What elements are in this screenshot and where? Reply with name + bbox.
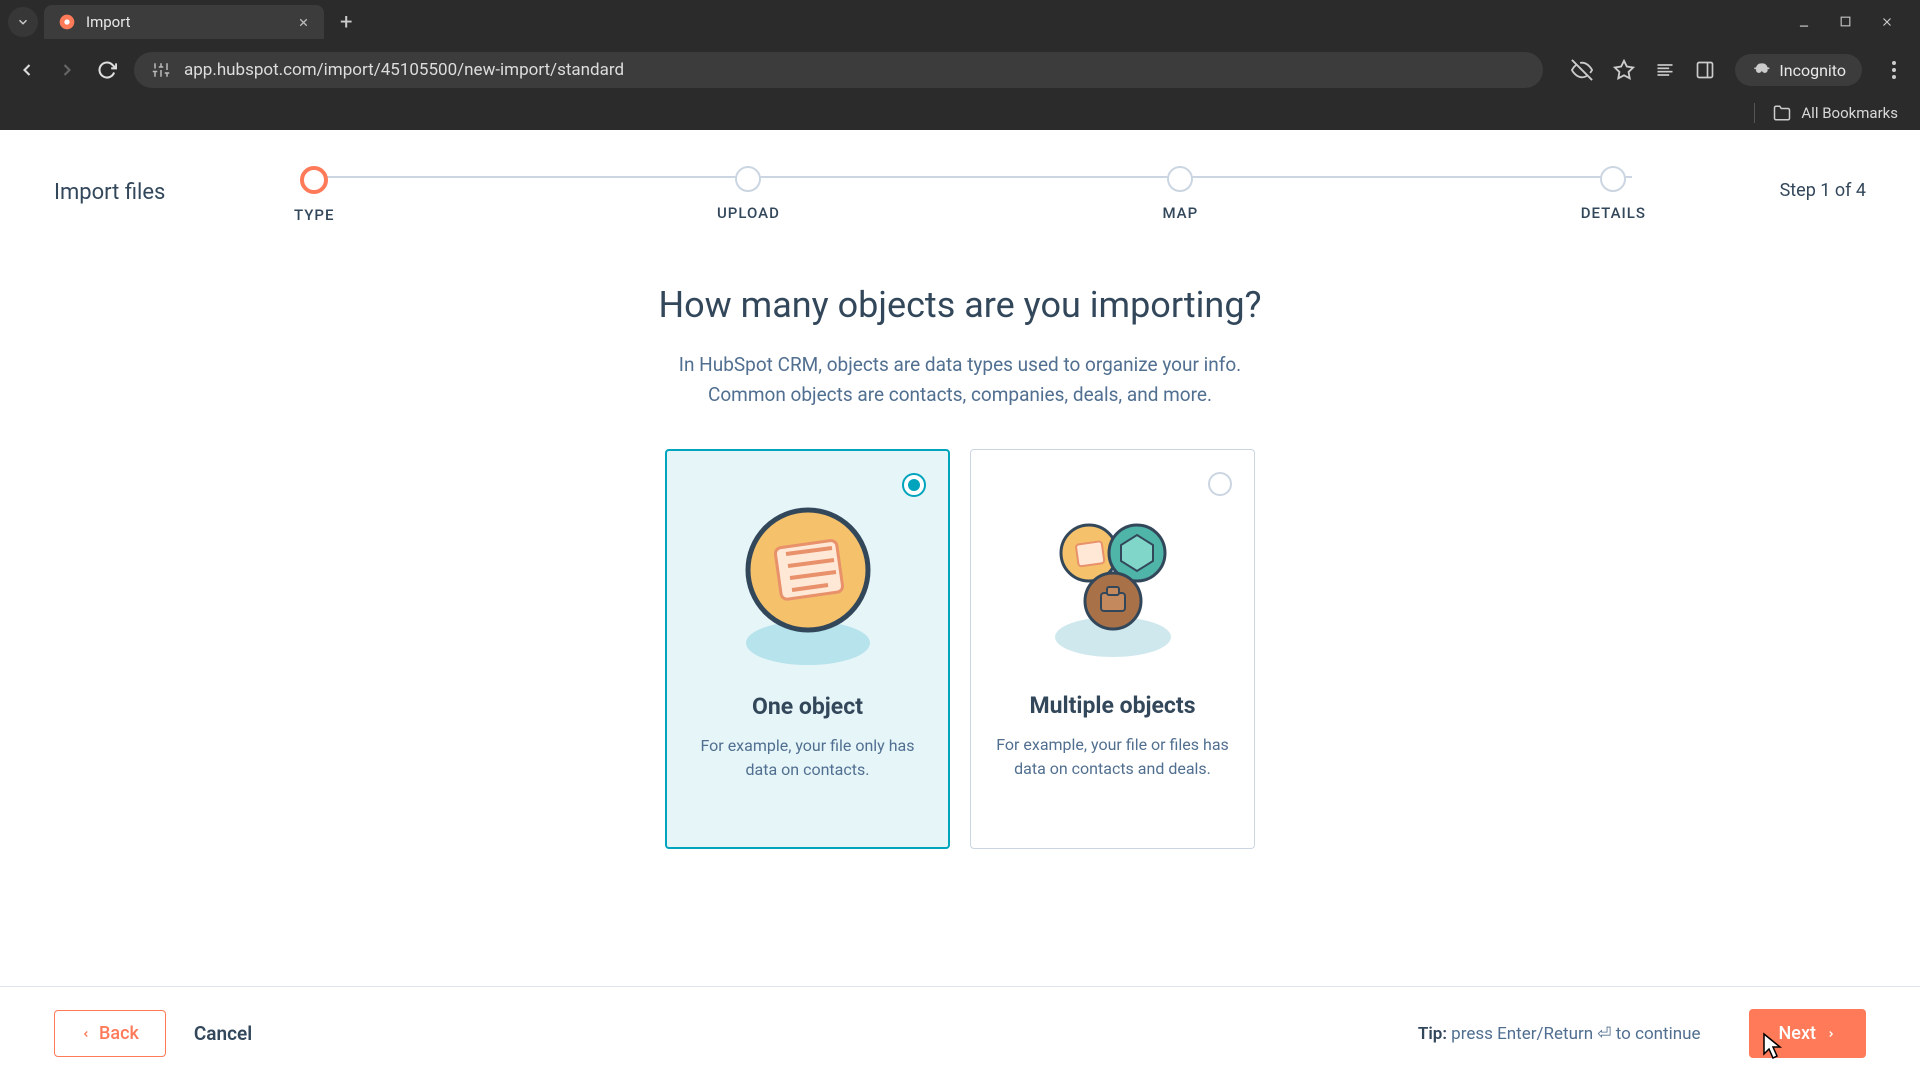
close-window-icon[interactable]	[1880, 15, 1894, 29]
progress-stepper: TYPE UPLOAD MAP DETAILS	[294, 158, 1646, 224]
chevron-right-icon	[1826, 1027, 1836, 1041]
hubspot-favicon-icon	[58, 13, 76, 31]
step-label: UPLOAD	[717, 204, 780, 222]
stepper-row: Import files TYPE UPLOAD MAP DETAILS Ste…	[0, 130, 1920, 224]
side-panel-icon[interactable]	[1695, 60, 1715, 80]
multiple-objects-illustration-icon	[1033, 492, 1193, 672]
next-button[interactable]: Next	[1749, 1009, 1866, 1058]
one-object-illustration-icon	[728, 493, 888, 673]
new-tab-button[interactable]: +	[330, 10, 362, 35]
step-upload: UPLOAD	[717, 166, 780, 222]
address-bar-row: app.hubspot.com/import/45105500/new-impo…	[0, 44, 1920, 96]
forward-nav-icon[interactable]	[54, 57, 80, 83]
bookmark-bar: All Bookmarks	[0, 96, 1920, 130]
close-tab-icon[interactable]	[297, 16, 310, 29]
card-multiple-objects[interactable]: Multiple objects For example, your file …	[970, 449, 1255, 849]
window-controls	[1797, 15, 1912, 29]
url-input[interactable]: app.hubspot.com/import/45105500/new-impo…	[134, 52, 1543, 88]
subtitle-line: Common objects are contacts, companies, …	[708, 383, 1212, 406]
next-label: Next	[1779, 1023, 1816, 1044]
radio-selected-icon[interactable]	[902, 473, 926, 497]
extension-icons: Incognito	[1571, 54, 1906, 86]
main-subtitle: In HubSpot CRM, objects are data types u…	[679, 350, 1241, 411]
step-label: DETAILS	[1581, 204, 1646, 222]
back-nav-icon[interactable]	[14, 57, 40, 83]
back-button[interactable]: Back	[54, 1010, 166, 1057]
tab-title: Import	[86, 13, 131, 31]
step-circle	[1167, 166, 1193, 192]
browser-tab-active[interactable]: Import	[44, 5, 324, 39]
tip-bold: Tip:	[1418, 1024, 1447, 1044]
step-details: DETAILS	[1581, 166, 1646, 222]
incognito-label: Incognito	[1779, 61, 1846, 80]
maximize-icon[interactable]	[1839, 15, 1852, 29]
browser-menu-icon[interactable]	[1882, 61, 1906, 79]
step-circle	[735, 166, 761, 192]
url-text: app.hubspot.com/import/45105500/new-impo…	[184, 60, 624, 80]
incognito-badge[interactable]: Incognito	[1735, 54, 1862, 86]
back-label: Back	[99, 1023, 139, 1044]
bookmark-divider	[1754, 103, 1755, 123]
footer-bar: Back Cancel Tip: press Enter/Return ⏎ to…	[0, 986, 1920, 1080]
step-counter: Step 1 of 4	[1706, 158, 1866, 201]
step-label: MAP	[1162, 204, 1198, 222]
folder-icon	[1773, 104, 1791, 122]
step-circle-active	[300, 166, 328, 194]
cancel-button[interactable]: Cancel	[194, 1022, 252, 1045]
card-desc: For example, your file only has data on …	[689, 734, 926, 782]
step-circle	[1600, 166, 1626, 192]
browser-chrome: Import + app.hubspot.com/import/45105500…	[0, 0, 1920, 130]
site-settings-icon[interactable]	[152, 61, 170, 79]
main-panel: How many objects are you importing? In H…	[0, 224, 1920, 986]
step-type: TYPE	[294, 166, 334, 224]
minimize-icon[interactable]	[1797, 15, 1811, 29]
incognito-icon	[1751, 60, 1771, 80]
app-content: Import files TYPE UPLOAD MAP DETAILS Ste…	[0, 130, 1920, 1080]
tab-bar: Import +	[0, 0, 1920, 44]
stepper-line	[308, 176, 1632, 178]
bookmark-star-icon[interactable]	[1613, 59, 1635, 81]
reading-list-icon[interactable]	[1655, 60, 1675, 80]
subtitle-line: In HubSpot CRM, objects are data types u…	[679, 353, 1241, 376]
card-title: One object	[752, 693, 863, 720]
page-title: Import files	[54, 158, 234, 205]
tab-search-chevron[interactable]	[8, 7, 38, 37]
reload-icon[interactable]	[94, 57, 120, 83]
step-label: TYPE	[294, 206, 334, 224]
chevron-left-icon	[81, 1027, 91, 1041]
option-cards: One object For example, your file only h…	[665, 449, 1255, 849]
tip-rest: press Enter/Return ⏎ to continue	[1447, 1024, 1701, 1044]
card-one-object[interactable]: One object For example, your file only h…	[665, 449, 950, 849]
all-bookmarks-link[interactable]: All Bookmarks	[1801, 104, 1898, 122]
eye-off-icon[interactable]	[1571, 59, 1593, 81]
main-heading: How many objects are you importing?	[658, 284, 1261, 326]
card-desc: For example, your file or files has data…	[993, 733, 1232, 781]
radio-unselected-icon[interactable]	[1208, 472, 1232, 496]
tip-text: Tip: press Enter/Return ⏎ to continue	[1418, 1024, 1701, 1044]
card-title: Multiple objects	[1029, 692, 1195, 719]
step-map: MAP	[1162, 166, 1198, 222]
